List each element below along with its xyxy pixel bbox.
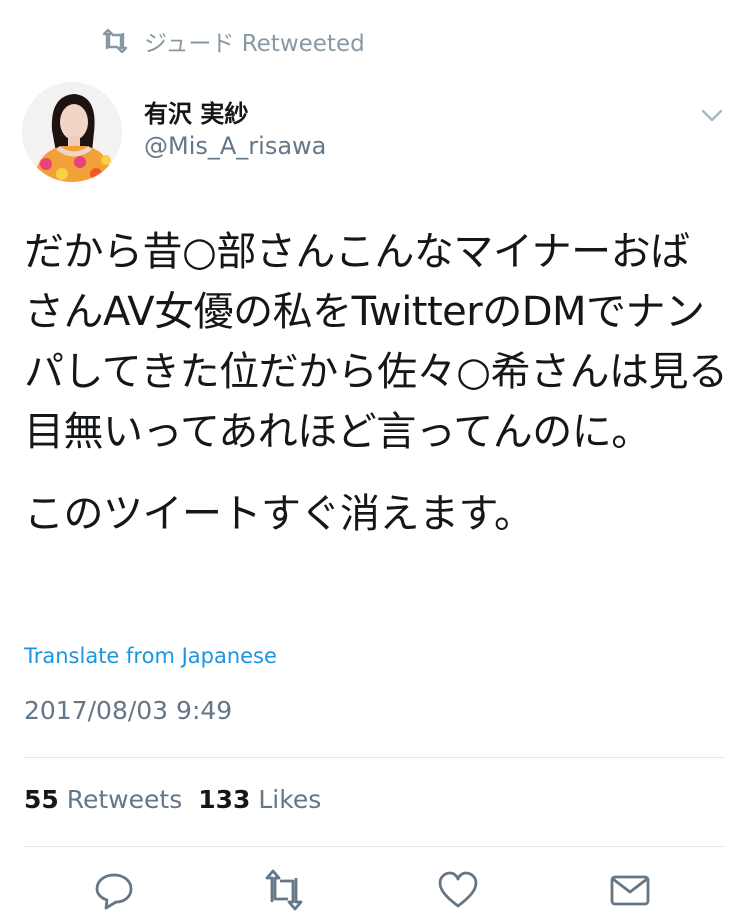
likes-count: 133 (198, 785, 251, 814)
divider (24, 846, 725, 847)
tweet-paragraph: このツイートすぐ消えます。 (24, 491, 534, 537)
avatar[interactable] (22, 82, 122, 182)
tweet-author: 有沢 実紗 @Mis_A_risawa (22, 82, 727, 186)
retweet-icon[interactable] (262, 868, 306, 912)
likes-label: Likes (258, 785, 322, 814)
retweet-icon (100, 29, 130, 53)
tweet-stats: 55 Retweets 133 Likes (24, 785, 321, 814)
tweet-detail-screen: ジュード Retweeted 有沢 実紗 @Mis_A_risawa だから昔○… (0, 0, 749, 922)
message-icon[interactable] (608, 868, 652, 912)
author-display-name[interactable]: 有沢 実紗 (144, 94, 248, 129)
retweets-count: 55 (24, 785, 59, 814)
tweet-paragraph: だから昔○部さんこんなマイナーおばさんAV女優の私をTwitterのDMでナンパ… (24, 229, 728, 455)
author-handle[interactable]: @Mis_A_risawa (144, 132, 326, 160)
tweet-actions (0, 862, 749, 918)
tweet-timestamp: 2017/08/03 9:49 (24, 696, 233, 725)
tweet-text: だから昔○部さんこんなマイナーおばさんAV女優の私をTwitterのDMでナンパ… (24, 222, 729, 544)
retweet-context-text: ジュード Retweeted (144, 31, 365, 57)
reply-icon[interactable] (92, 868, 136, 912)
retweet-context[interactable]: ジュード Retweeted (100, 26, 365, 57)
translate-link[interactable]: Translate from Japanese (24, 644, 277, 668)
likes-stat[interactable]: 133 Likes (198, 785, 321, 814)
chevron-down-icon[interactable] (699, 102, 725, 128)
retweets-label: Retweets (66, 785, 183, 814)
like-icon[interactable] (436, 868, 480, 912)
retweets-stat[interactable]: 55 Retweets (24, 785, 182, 814)
divider (24, 757, 725, 758)
